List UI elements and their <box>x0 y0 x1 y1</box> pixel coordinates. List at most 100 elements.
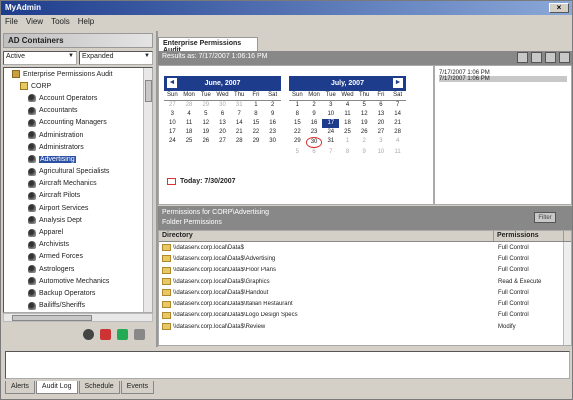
close-button[interactable]: × <box>549 3 569 13</box>
calendar-day[interactable]: 5 <box>356 101 373 110</box>
tree-item[interactable]: Airport Services <box>4 202 152 214</box>
calendar-day[interactable]: 6 <box>306 148 323 157</box>
table-vertical-scrollbar[interactable] <box>563 242 571 345</box>
calendar-day[interactable]: 8 <box>248 110 265 119</box>
today-link[interactable]: Today: 7/30/2007 <box>167 178 236 185</box>
menu-help[interactable]: Help <box>78 17 94 27</box>
tree-item[interactable]: Administrators <box>4 141 152 153</box>
scroll-thumb[interactable] <box>145 80 152 102</box>
calendar-day[interactable]: 1 <box>339 137 356 148</box>
refresh-icon[interactable] <box>117 329 128 340</box>
calendar-day[interactable]: 23 <box>306 128 323 137</box>
prev-month-button[interactable]: ◄ <box>167 78 177 88</box>
calendar-day[interactable]: 1 <box>248 101 265 110</box>
table-row[interactable]: \\dataserv.corp.local\Data$ Full Control <box>159 242 571 253</box>
calendar-day[interactable]: 27 <box>373 128 390 137</box>
calendar-day[interactable]: 21 <box>389 119 406 128</box>
next-month-button[interactable]: ► <box>393 78 403 88</box>
tree-horizontal-scrollbar[interactable] <box>3 313 153 322</box>
calendar-day[interactable]: 2 <box>264 101 281 110</box>
calendar-day[interactable]: 20 <box>373 119 390 128</box>
calendar-day[interactable]: 9 <box>356 148 373 157</box>
calendar-day[interactable]: 15 <box>289 119 306 128</box>
print-icon[interactable] <box>531 52 542 63</box>
calendar-day[interactable]: 19 <box>356 119 373 128</box>
calendar-day[interactable]: 22 <box>289 128 306 137</box>
calendar-day[interactable]: 13 <box>373 110 390 119</box>
snapshot-item[interactable]: 7/17/2007 1:06 PM <box>439 76 567 82</box>
calendar-day[interactable]: 9 <box>264 110 281 119</box>
calendar-day[interactable]: 11 <box>339 110 356 119</box>
scroll-thumb[interactable] <box>12 315 92 321</box>
calendar-day[interactable]: 30 <box>305 137 323 148</box>
snapshot-list[interactable]: 7/17/2007 1:06 PM 7/17/2007 1:06 PM <box>434 65 572 205</box>
calendar-day[interactable]: 13 <box>214 119 231 128</box>
status-filter[interactable]: Active ▼ <box>3 51 77 65</box>
calendar-day[interactable]: 30 <box>214 101 231 110</box>
table-row[interactable]: \\dataserv.corp.local\Data$\Italian Rest… <box>159 298 571 309</box>
calendar-day[interactable]: 2 <box>306 101 323 110</box>
calendar-day[interactable]: 6 <box>373 101 390 110</box>
calendar-day[interactable]: 14 <box>231 119 248 128</box>
calendar-day[interactable]: 5 <box>289 148 306 157</box>
properties-icon[interactable] <box>134 329 145 340</box>
calendar-day[interactable]: 11 <box>389 148 406 157</box>
calendar-day[interactable]: 8 <box>289 110 306 119</box>
tree-item[interactable]: Backup Operators <box>4 287 152 299</box>
calendar-day[interactable]: 29 <box>197 101 214 110</box>
calendar-day[interactable]: 4 <box>389 137 406 148</box>
calendar-day[interactable]: 1 <box>289 101 306 110</box>
help-icon[interactable] <box>559 52 570 63</box>
globe-icon[interactable] <box>83 329 94 340</box>
calendar-day[interactable]: 30 <box>264 137 281 146</box>
tree-item[interactable]: Analysis Dept <box>4 214 152 226</box>
calendar-day[interactable]: 29 <box>289 137 306 148</box>
calendar-day[interactable]: 16 <box>264 119 281 128</box>
table-row[interactable]: \\dataserv.corp.local\Data$\Floor Plans F… <box>159 265 571 276</box>
calendar-day[interactable]: 12 <box>356 110 373 119</box>
calendar-grid[interactable]: Sun Mon Tue Wed Thu Fri Sat 27 28 29 30 31 1 2 3 4 5 6 7 8 9… <box>164 91 281 146</box>
calendar-day[interactable]: 24 <box>322 128 339 137</box>
calendar-day[interactable]: 25 <box>181 137 198 146</box>
tree-item[interactable]: Astrologers <box>4 263 152 275</box>
tab-alerts[interactable]: Alerts <box>5 381 35 394</box>
options-icon[interactable] <box>545 52 556 63</box>
calendar-day[interactable]: 12 <box>197 119 214 128</box>
calendar-day[interactable]: 18 <box>181 128 198 137</box>
calendar-day[interactable]: 24 <box>164 137 181 146</box>
menu-tools[interactable]: Tools <box>51 17 70 27</box>
calendar-day[interactable]: 17 <box>322 119 340 128</box>
table-row[interactable]: \\dataserv.corp.local\Data$\Logo Design … <box>159 310 571 321</box>
calendar-day[interactable]: 3 <box>164 110 181 119</box>
calendar-grid[interactable]: Sun Mon Tue Wed Thu Fri Sat 1 2 3 4 5 6 7 8 9 10 11 12 13 14… <box>289 91 406 157</box>
calendar-day[interactable]: 10 <box>373 148 390 157</box>
calendar-day[interactable]: 7 <box>231 110 248 119</box>
tree-item[interactable]: Accountants <box>4 105 152 117</box>
calendar-day[interactable]: 22 <box>248 128 265 137</box>
tab-permissions-audit[interactable]: Enterprise Permissions Audit <box>158 37 258 54</box>
table-row[interactable]: \\dataserv.corp.local\Data$\Graphics Read… <box>159 276 571 287</box>
calendar-day[interactable]: 3 <box>322 101 339 110</box>
tree-item[interactable]: Agricultural Specialists <box>4 166 152 178</box>
tab-events[interactable]: Events <box>120 381 155 394</box>
table-row[interactable]: \\dataserv.corp.local\Data$\Handout Full … <box>159 287 571 298</box>
calendar-july[interactable]: July, 2007 ► Sun Mon Tue Wed Thu Fri Sat 1 2 3 4 5 6… <box>289 76 406 157</box>
tree-item[interactable]: Aircraft Pilots <box>4 190 152 202</box>
calendar-day[interactable]: 21 <box>231 128 248 137</box>
calendar-day[interactable]: 26 <box>197 137 214 146</box>
calendar-day[interactable]: 27 <box>164 101 181 110</box>
tree-item[interactable]: Account Operators <box>4 92 152 104</box>
calendar-day[interactable]: 7 <box>322 148 339 157</box>
calendar-day[interactable]: 14 <box>389 110 406 119</box>
menu-view[interactable]: View <box>26 17 43 27</box>
tab-audit-log[interactable]: Audit Log <box>35 381 78 394</box>
calendar-day[interactable]: 4 <box>339 101 356 110</box>
calendar-day[interactable]: 23 <box>264 128 281 137</box>
calendar-day[interactable]: 27 <box>214 137 231 146</box>
tree-item[interactable]: CORP <box>4 80 152 92</box>
menu-file[interactable]: File <box>5 17 18 27</box>
calendar-day[interactable]: 25 <box>339 128 356 137</box>
tree-item[interactable]: Accounting Managers <box>4 117 152 129</box>
calendar-day[interactable]: 20 <box>214 128 231 137</box>
calendar-day[interactable]: 31 <box>322 137 339 148</box>
